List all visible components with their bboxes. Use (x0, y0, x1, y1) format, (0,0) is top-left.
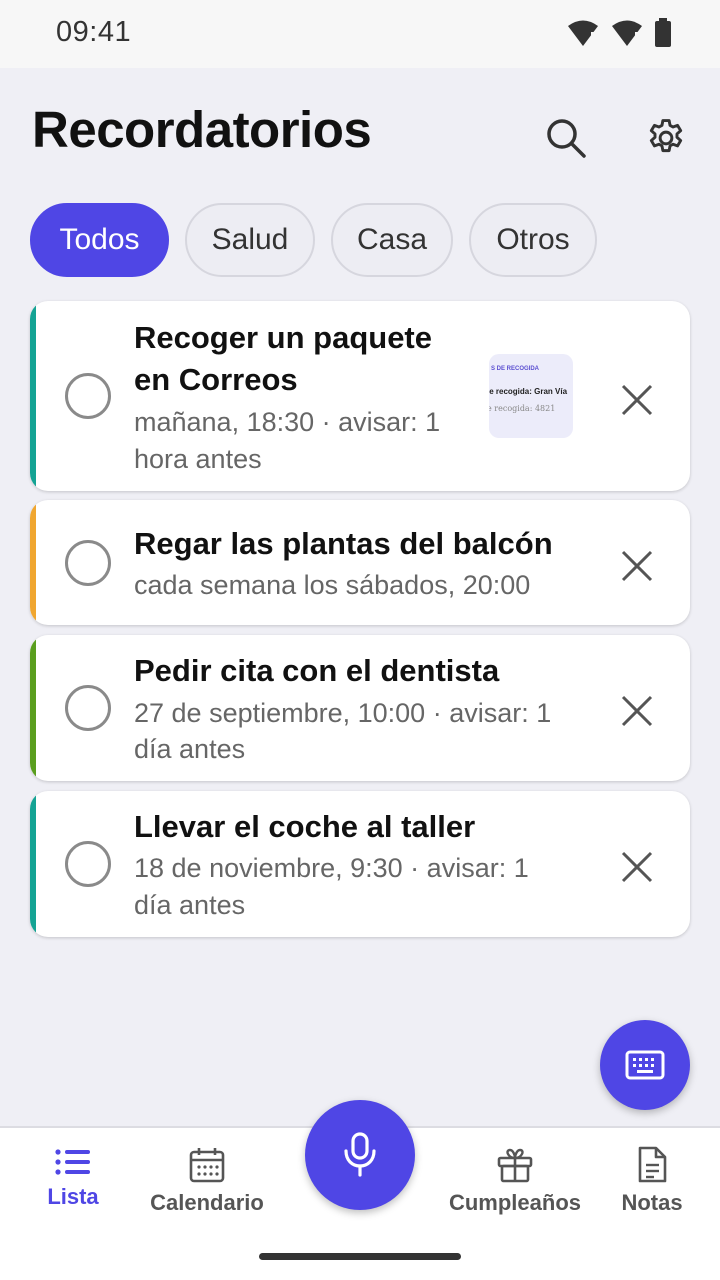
attachment-thumbnail[interactable]: S DE RECOGIDA le recogida: Gran Vía e re… (489, 354, 573, 438)
battery-icon (655, 18, 671, 47)
status-icons (566, 18, 672, 48)
nav-cumpleanos[interactable]: Cumpleaños (448, 1146, 582, 1216)
settings-button[interactable] (636, 108, 696, 168)
reminder-schedule: cada semana los sábados, 20:00 (134, 570, 531, 600)
keyboard-icon (625, 1050, 665, 1080)
reminder-card[interactable]: Llevar el coche al taller 18 de noviembr… (30, 791, 690, 937)
reminder-schedule-line2: hora antes (134, 444, 262, 474)
nav-label: Calendario (150, 1190, 264, 1215)
reminder-title: Pedir cita con el dentista (134, 653, 500, 688)
chip-salud[interactable]: Salud (185, 203, 315, 277)
nav-label: Notas (621, 1190, 683, 1215)
delete-icon[interactable] (618, 848, 656, 886)
reminder-schedule: 27 de septiembre, 10:00 · avisar: 1 (134, 698, 552, 728)
thumbnail-text: le recogida: Gran Vía (489, 387, 568, 396)
list-icon (55, 1149, 90, 1175)
wifi-alert-icon (568, 20, 598, 46)
delete-icon[interactable] (618, 381, 656, 419)
status-time: 09:41 (56, 16, 132, 48)
complete-checkbox[interactable] (65, 841, 111, 887)
category-color-bar (30, 635, 36, 781)
search-icon (547, 119, 586, 158)
complete-checkbox[interactable] (65, 540, 111, 586)
thumbnail-text: e recogida: 4821 (489, 404, 556, 413)
calendar-icon (189, 1148, 225, 1183)
nav-calendario[interactable]: Calendario (148, 1146, 266, 1216)
reminder-card[interactable]: Pedir cita con el dentista 27 de septiem… (30, 635, 690, 781)
category-color-bar (30, 500, 36, 625)
reminder-schedule-line2: día antes (134, 890, 246, 920)
search-button[interactable] (536, 108, 596, 168)
reminder-card[interactable]: Recoger un paquete en Correos mañana, 18… (30, 301, 690, 491)
reminder-title: Llevar el coche al taller (134, 809, 476, 844)
reminder-schedule: 18 de noviembre, 9:30 · avisar: 1 (134, 853, 529, 883)
reminder-card[interactable]: Regar las plantas del balcón cada semana… (30, 500, 690, 625)
reminder-title: Recoger un paquete (134, 320, 432, 355)
home-indicator[interactable] (259, 1253, 461, 1260)
nav-label: Lista (47, 1184, 99, 1209)
filter-chips: Todos Salud Casa Otros (30, 203, 597, 277)
status-bar: 09:41 (0, 0, 720, 68)
reminder-title: Regar las plantas del balcón (134, 526, 553, 561)
reminder-title-line2: en Correos (134, 362, 298, 397)
thumbnail-text: S DE RECOGIDA (491, 366, 540, 372)
chip-otros[interactable]: Otros (469, 203, 597, 277)
complete-checkbox[interactable] (65, 685, 111, 731)
chip-todos[interactable]: Todos (30, 203, 169, 277)
voice-input-button[interactable] (305, 1100, 415, 1210)
reminder-schedule: mañana, 18:30 · avisar: 1 (134, 407, 441, 437)
complete-checkbox[interactable] (65, 373, 111, 419)
microphone-icon (344, 1132, 376, 1177)
gear-icon (649, 119, 683, 153)
gift-icon (497, 1148, 533, 1183)
nav-notas[interactable]: Notas (617, 1146, 687, 1216)
note-icon (638, 1146, 667, 1183)
nav-lista[interactable]: Lista (38, 1146, 108, 1210)
signal-alert-icon (612, 20, 642, 46)
delete-icon[interactable] (618, 547, 656, 585)
category-color-bar (30, 301, 36, 491)
category-color-bar (30, 791, 36, 937)
nav-label: Cumpleaños (448, 1190, 582, 1215)
chip-casa[interactable]: Casa (331, 203, 453, 277)
reminder-schedule-line2: día antes (134, 734, 246, 764)
page-title: Recordatorios (32, 101, 372, 158)
keyboard-input-button[interactable] (600, 1020, 690, 1110)
delete-icon[interactable] (618, 692, 656, 730)
